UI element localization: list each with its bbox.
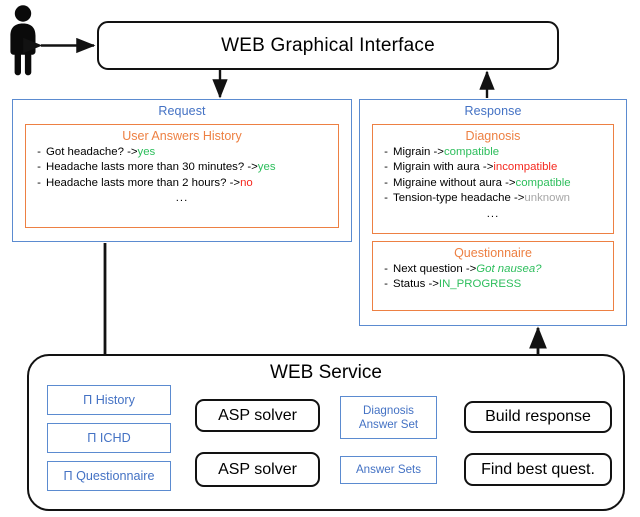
asp-solver-1-label: ASP solver — [218, 406, 297, 424]
list-item: - Migrain -> compatible — [379, 145, 609, 160]
item-answer: yes — [137, 146, 156, 158]
request-panel-title: Request — [158, 104, 206, 118]
pi-history-label: Π History — [83, 393, 135, 407]
list-item: - Tension-type headache -> unknown — [379, 191, 609, 206]
pi-questionnaire-label: Π Questionnaire — [63, 469, 155, 483]
bullet-dash: - — [384, 192, 388, 205]
build-response-label: Build response — [485, 408, 591, 425]
web-service-title: WEB Service — [270, 362, 382, 383]
list-item: - Headache lasts more than 30 minutes? -… — [32, 160, 334, 175]
diagnosis-box: Diagnosis - Migrain -> compatible - Migr… — [372, 124, 614, 234]
item-question: Headache lasts more than 2 hours? -> — [46, 176, 241, 189]
item-answer: incompatible — [493, 161, 558, 174]
item-answer: no — [240, 176, 253, 189]
list-item: - Migraine without aura -> compatible — [379, 176, 609, 191]
user-answers-history-box: User Answers History - Got headache? -> … — [25, 124, 339, 228]
diagnosis-answer-set-line1: Diagnosis — [363, 403, 414, 417]
item-answer: IN_PROGRESS — [438, 278, 522, 291]
item-question: Got headache? -> — [46, 146, 138, 158]
list-item: - Headache lasts more than 2 hours? -> n… — [32, 176, 334, 191]
list-item: - Next question -> Got nausea? — [379, 262, 609, 277]
bullet-dash: - — [37, 146, 41, 158]
user-person-icon — [10, 5, 36, 76]
item-question: Next question -> — [393, 263, 477, 275]
questionnaire-list: - Next question -> Got nausea? - Status … — [373, 262, 613, 293]
diagnosis-answer-set-label: Diagnosis Answer Set — [359, 404, 418, 432]
item-answer: yes — [257, 161, 276, 174]
answer-sets-box[interactable]: Answer Sets — [340, 456, 437, 484]
diagnosis-answer-set-box[interactable]: Diagnosis Answer Set — [340, 396, 437, 439]
pi-history-box[interactable]: Π History — [47, 385, 171, 415]
item-answer: unknown — [524, 192, 571, 205]
list-item: - Status -> IN_PROGRESS — [379, 277, 609, 292]
diagnosis-answer-set-line2: Answer Set — [358, 417, 419, 431]
asp-solver-2-label: ASP solver — [218, 460, 297, 478]
asp-solver-2-box[interactable]: ASP solver — [195, 452, 320, 487]
item-answer: compatible — [515, 176, 571, 189]
questionnaire-box: Questionnaire - Next question -> Got nau… — [372, 241, 614, 311]
item-question: Status -> — [393, 278, 439, 291]
user-answers-history-title: User Answers History — [122, 129, 242, 143]
item-question: Migrain -> — [393, 146, 444, 158]
response-panel-title: Response — [464, 104, 522, 118]
bullet-dash: - — [37, 161, 41, 174]
user-answers-history-list: - Got headache? -> yes - Headache lasts … — [26, 145, 338, 191]
list-item: - Got headache? -> yes — [32, 145, 334, 160]
bullet-dash: - — [384, 263, 388, 275]
bullet-dash: - — [384, 161, 388, 174]
bullet-dash: - — [384, 278, 388, 291]
pi-ichd-label: Π ICHD — [87, 431, 131, 445]
diagnosis-title: Diagnosis — [465, 129, 521, 143]
diagnosis-ellipsis: ... — [486, 207, 500, 220]
history-ellipsis: ... — [175, 192, 189, 205]
web-graphical-interface-box[interactable]: WEB Graphical Interface — [97, 21, 559, 70]
item-question: Headache lasts more than 30 minutes? -> — [46, 161, 258, 174]
find-best-question-label: Find best quest. — [481, 460, 595, 478]
item-answer: compatible — [443, 146, 500, 158]
gui-title: WEB Graphical Interface — [221, 34, 435, 56]
answer-sets-label: Answer Sets — [355, 463, 422, 476]
diagnosis-list: - Migrain -> compatible - Migrain with a… — [373, 145, 613, 207]
bullet-dash: - — [384, 146, 388, 158]
asp-solver-1-box[interactable]: ASP solver — [195, 399, 320, 432]
pi-ichd-box[interactable]: Π ICHD — [47, 423, 171, 453]
bullet-dash: - — [37, 176, 41, 189]
item-answer: Got nausea? — [476, 263, 542, 275]
questionnaire-title: Questionnaire — [454, 246, 532, 260]
bullet-dash: - — [384, 176, 388, 189]
item-question: Tension-type headache -> — [393, 192, 525, 205]
list-item: - Migrain with aura -> incompatible — [379, 160, 609, 175]
pi-questionnaire-box[interactable]: Π Questionnaire — [47, 461, 171, 491]
item-question: Migraine without aura -> — [393, 176, 516, 189]
build-response-box[interactable]: Build response — [464, 401, 612, 433]
diagram-canvas: WEB Graphical Interface Request User Ans… — [0, 0, 640, 517]
find-best-question-box[interactable]: Find best quest. — [464, 453, 612, 486]
item-question: Migrain with aura -> — [393, 161, 494, 174]
